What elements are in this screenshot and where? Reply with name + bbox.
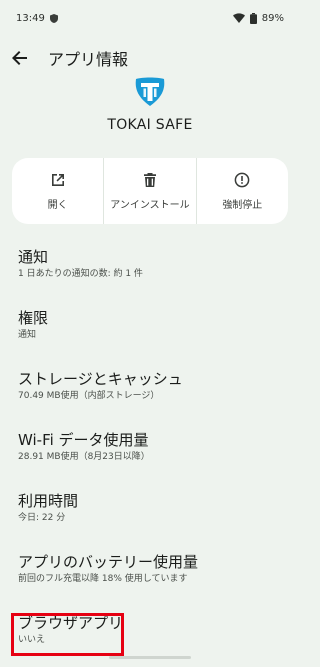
back-button[interactable] bbox=[0, 38, 40, 78]
setting-screen-time[interactable]: 利用時間 今日: 22 分 bbox=[0, 486, 300, 547]
setting-battery-usage[interactable]: アプリのバッテリー使用量 前回のフル充電以降 18% 使用しています bbox=[0, 547, 300, 608]
settings-list: 通知 1 日あたりの通知の数: 約 1 件 権限 通知 ストレージとキャッシュ … bbox=[0, 242, 300, 667]
trash-icon bbox=[143, 172, 156, 187]
setting-title: ブラウザアプリ bbox=[18, 614, 124, 632]
page-title: アプリ情報 bbox=[48, 50, 129, 69]
battery-level: 89% bbox=[261, 12, 284, 24]
open-external-icon bbox=[51, 173, 64, 186]
app-bar: アプリ情報 bbox=[0, 36, 300, 80]
force-stop-button[interactable]: 強制停止 bbox=[195, 158, 288, 224]
force-stop-label: 強制停止 bbox=[222, 199, 263, 211]
setting-subtitle: 今日: 22 分 bbox=[18, 513, 66, 523]
arrow-back-icon bbox=[12, 51, 27, 65]
action-card: 開く アンインストール 強制停止 bbox=[12, 158, 288, 224]
setting-title: 権限 bbox=[18, 309, 49, 327]
setting-notifications[interactable]: 通知 1 日あたりの通知の数: 約 1 件 bbox=[0, 242, 300, 303]
setting-title: 通知 bbox=[18, 248, 49, 266]
open-button[interactable]: 開く bbox=[12, 158, 103, 224]
setting-subtitle: 通知 bbox=[18, 330, 37, 340]
app-name: TOKAI SAFE bbox=[107, 117, 193, 133]
status-bar: 13:49 89% bbox=[0, 0, 300, 36]
alert-circle-icon bbox=[234, 172, 250, 187]
status-right: 89% bbox=[232, 12, 284, 24]
setting-title: アプリのバッテリー使用量 bbox=[18, 553, 199, 571]
app-info-screen: 13:49 89% アプリ情報 TOKAI SAFE 開く アンインストール 強… bbox=[0, 0, 300, 667]
setting-subtitle: いいえ bbox=[18, 635, 46, 645]
setting-subtitle: 28.91 MB使用（8月23日以降） bbox=[18, 452, 150, 462]
setting-subtitle: 前回のフル充電以降 18% 使用しています bbox=[18, 574, 188, 584]
setting-title: 利用時間 bbox=[18, 492, 79, 510]
status-time: 13:49 bbox=[16, 12, 45, 24]
setting-wifi-data-usage[interactable]: Wi-Fi データ使用量 28.91 MB使用（8月23日以降） bbox=[0, 425, 300, 486]
status-left: 13:49 bbox=[16, 13, 58, 24]
setting-subtitle: 1 日あたりの通知の数: 約 1 件 bbox=[18, 269, 143, 279]
battery-icon bbox=[249, 12, 257, 24]
uninstall-label: アンインストール bbox=[110, 199, 190, 211]
open-label: 開く bbox=[47, 199, 68, 211]
shield-status-icon bbox=[49, 13, 58, 23]
tokai-safe-logo bbox=[135, 77, 165, 106]
uninstall-button[interactable]: アンインストール bbox=[103, 158, 195, 224]
setting-title: ストレージとキャッシュ bbox=[18, 370, 183, 388]
setting-storage-cache[interactable]: ストレージとキャッシュ 70.49 MB使用（内部ストレージ） bbox=[0, 364, 300, 425]
setting-permissions[interactable]: 権限 通知 bbox=[0, 303, 300, 364]
wifi-icon bbox=[232, 13, 245, 23]
setting-title: Wi-Fi データ使用量 bbox=[18, 431, 149, 449]
home-indicator bbox=[109, 656, 191, 659]
setting-subtitle: 70.49 MB使用（内部ストレージ） bbox=[18, 391, 160, 401]
